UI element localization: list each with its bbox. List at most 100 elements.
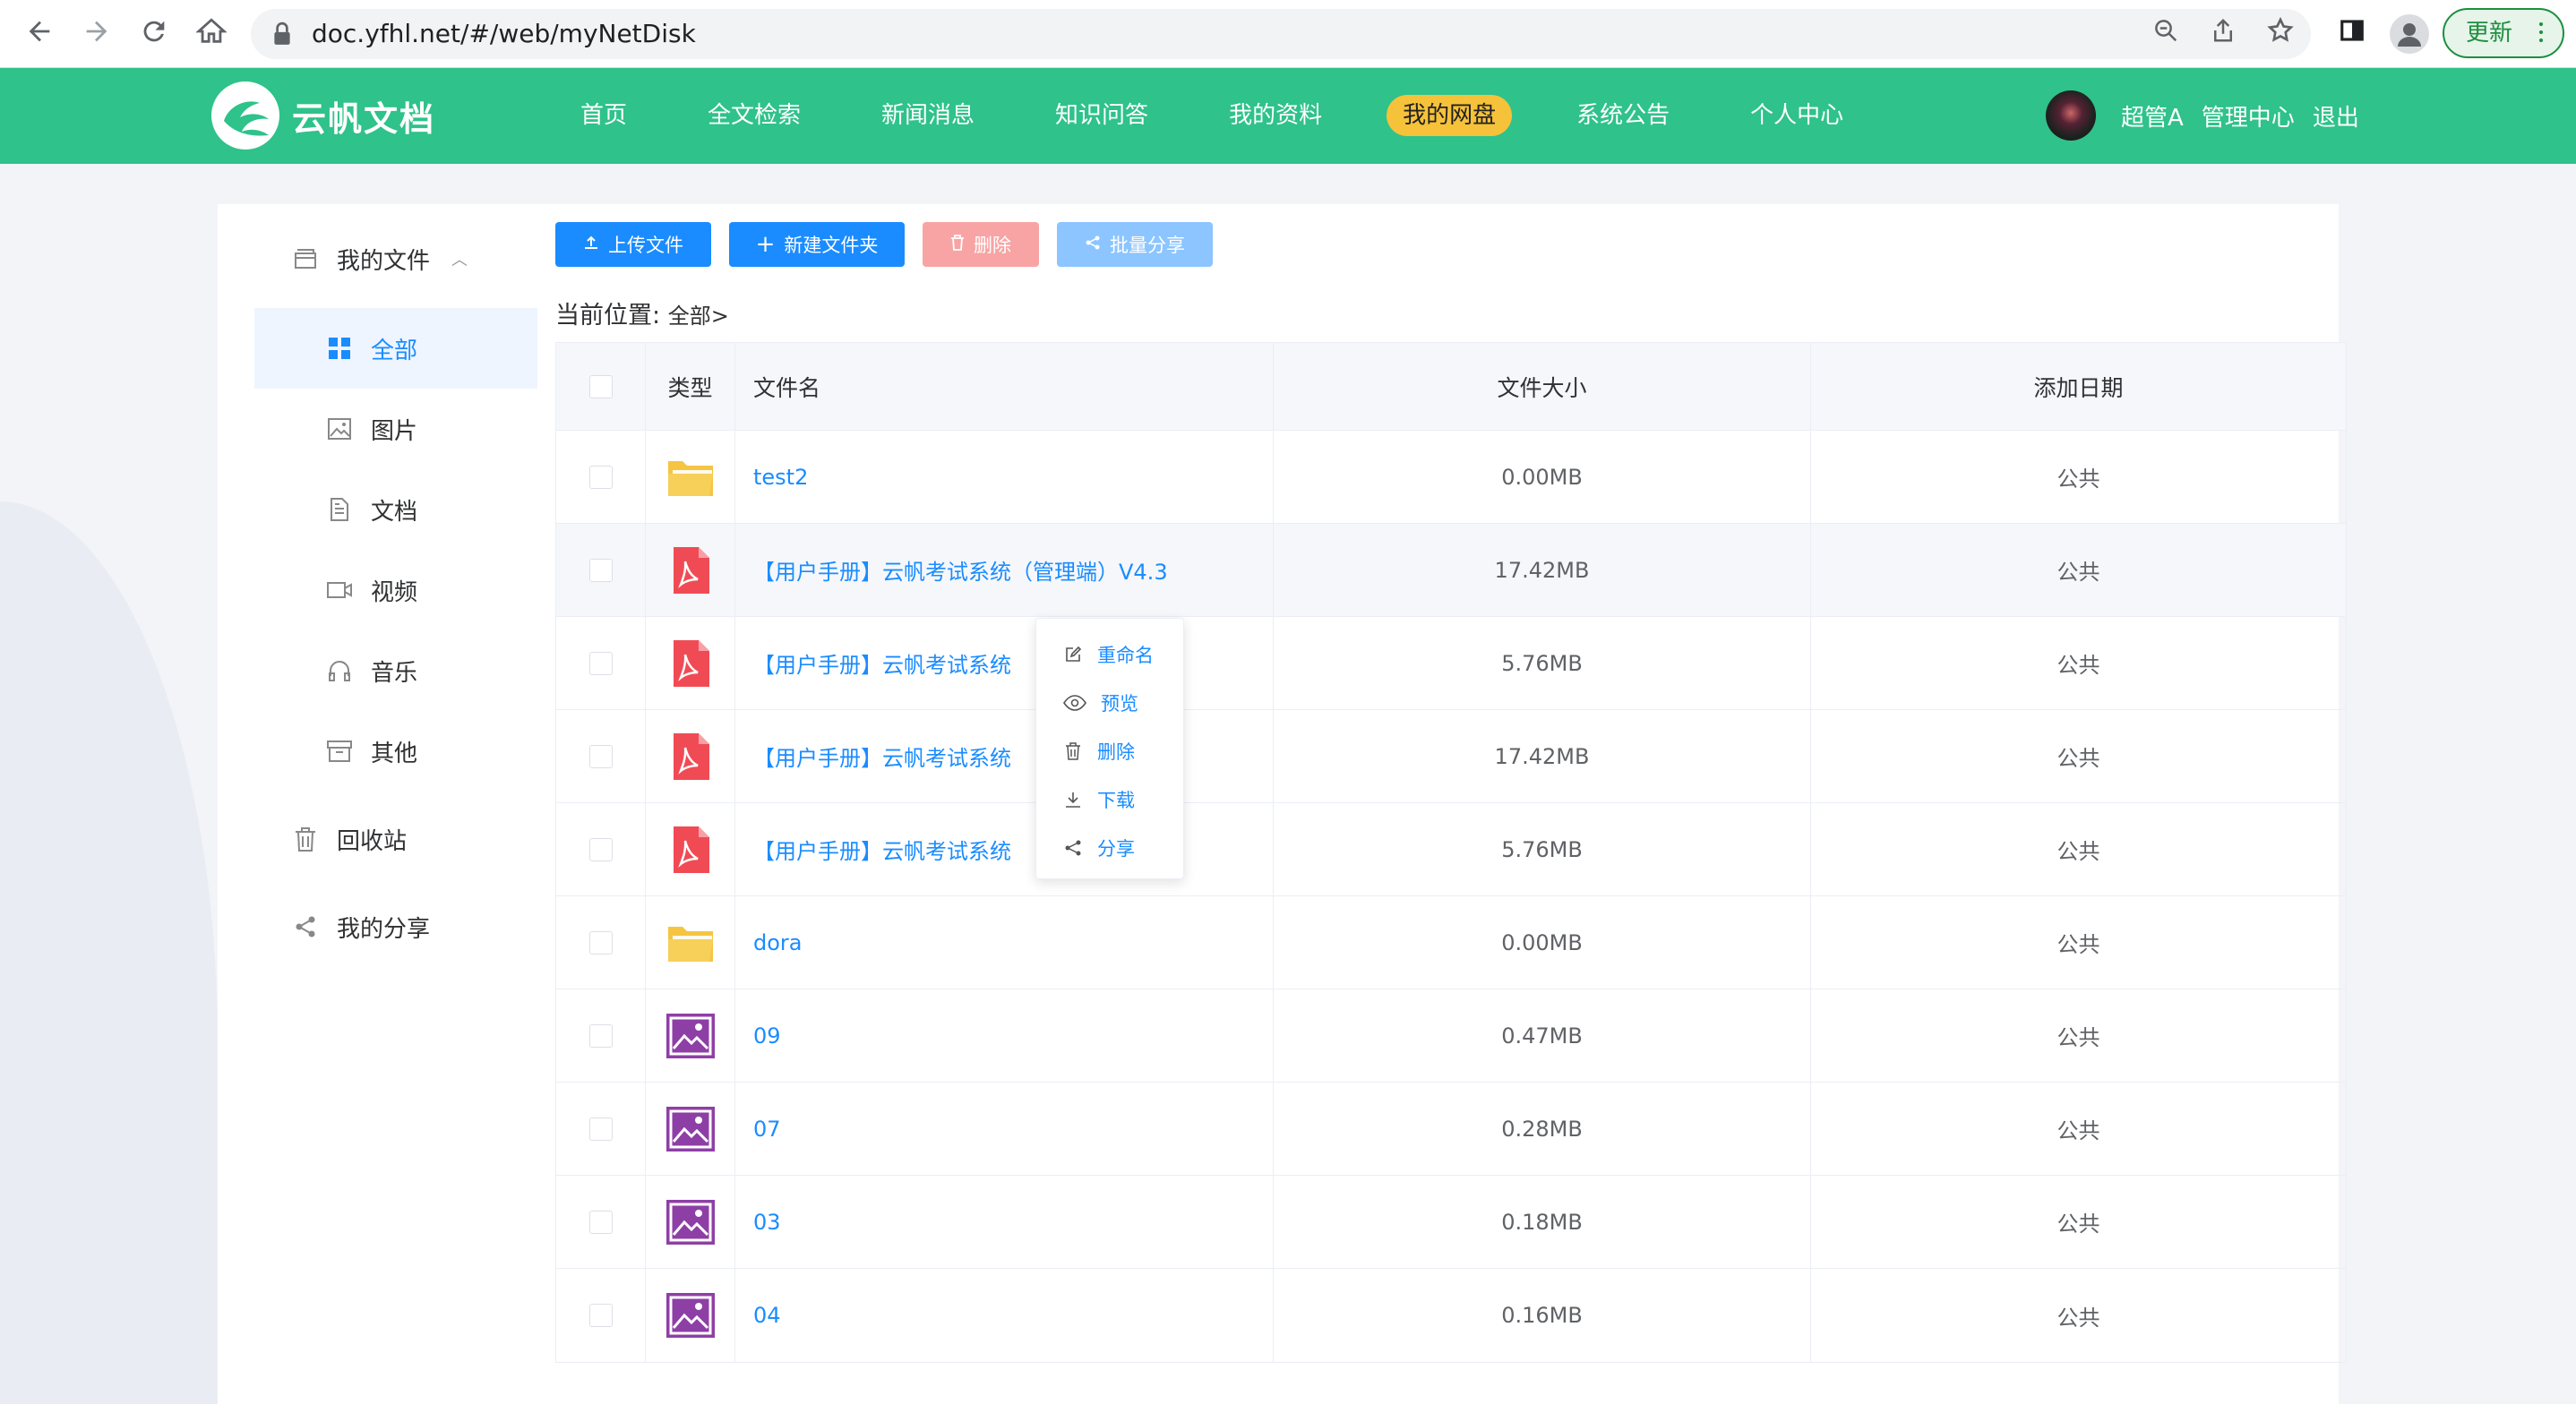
sidebar-item-all[interactable]: 全部 bbox=[254, 308, 537, 389]
new-folder-button[interactable]: + 新建文件夹 bbox=[729, 222, 905, 267]
file-table: 类型 文件名 文件大小 添加日期 test2 0.00MB 公共 【用户手册】云帆考试… bbox=[555, 342, 2347, 1363]
upload-icon bbox=[583, 234, 599, 255]
menu-rename[interactable]: 重命名 bbox=[1063, 637, 1154, 672]
sidebar-my-files[interactable]: 我的文件 ︿ bbox=[254, 218, 500, 299]
nav-news[interactable]: 新闻消息 bbox=[865, 95, 991, 136]
side-panel-icon[interactable] bbox=[2334, 16, 2370, 52]
menu-download[interactable]: 下载 bbox=[1063, 782, 1135, 818]
sidebar: 我的文件 ︿ 全部 图片 文档 视频 音乐 其他 回收站 我的分享 bbox=[254, 218, 537, 974]
admin-center-link[interactable]: 管理中心 bbox=[2202, 99, 2295, 133]
menu-preview[interactable]: 预览 bbox=[1063, 685, 1138, 721]
file-name-link[interactable]: 【用户手册】云帆考试系统 bbox=[753, 741, 1011, 772]
bookmark-star-icon[interactable] bbox=[2263, 16, 2298, 52]
delete-button[interactable]: 删除 bbox=[923, 222, 1039, 267]
row-checkbox[interactable] bbox=[588, 465, 613, 489]
table-row[interactable]: 【用户手册】云帆考试系统 5.76MB 公共 bbox=[556, 803, 2346, 896]
select-all-checkbox[interactable] bbox=[588, 374, 613, 398]
table-row[interactable]: 【用户手册】云帆考试系统 5.76MB 公共 bbox=[556, 617, 2346, 710]
row-checkbox[interactable] bbox=[588, 1117, 613, 1141]
file-name-link[interactable]: 【用户手册】云帆考试系统 bbox=[753, 647, 1011, 679]
address-bar[interactable]: doc.yfhl.net/#/web/myNetDisk bbox=[251, 9, 2311, 59]
table-row[interactable]: 04 0.16MB 公共 bbox=[556, 1269, 2346, 1362]
file-name-link[interactable]: dora bbox=[753, 930, 803, 955]
table-row[interactable]: 07 0.28MB 公共 bbox=[556, 1083, 2346, 1176]
file-name-link[interactable]: 09 bbox=[753, 1023, 781, 1049]
header-date: 添加日期 bbox=[2033, 374, 2124, 401]
menu-delete[interactable]: 删除 bbox=[1063, 733, 1135, 769]
zoom-icon[interactable] bbox=[2148, 16, 2184, 52]
logo-text: 云帆文档 bbox=[292, 98, 436, 139]
row-checkbox[interactable] bbox=[588, 837, 613, 861]
edit-icon bbox=[1063, 645, 1083, 664]
row-checkbox[interactable] bbox=[588, 1023, 613, 1048]
row-checkbox[interactable] bbox=[588, 930, 613, 955]
file-name-link[interactable]: 07 bbox=[753, 1117, 781, 1142]
drawer-icon bbox=[292, 245, 319, 272]
sidebar-item-images[interactable]: 图片 bbox=[254, 389, 500, 469]
nav-home[interactable]: 首页 bbox=[564, 95, 643, 136]
file-type-cell bbox=[646, 1083, 735, 1175]
share-page-icon[interactable] bbox=[2205, 16, 2241, 52]
file-date-cell: 公共 bbox=[2057, 1025, 2100, 1050]
pdf-icon bbox=[673, 639, 709, 687]
table-row[interactable]: 03 0.18MB 公共 bbox=[556, 1176, 2346, 1269]
menu-share[interactable]: 分享 bbox=[1063, 830, 1135, 866]
home-icon[interactable] bbox=[193, 16, 229, 52]
sidebar-my-share-label: 我的分享 bbox=[337, 915, 431, 943]
table-row[interactable]: test2 0.00MB 公共 bbox=[556, 431, 2346, 524]
nav-personal-center[interactable]: 个人中心 bbox=[1734, 95, 1859, 136]
file-type-cell bbox=[646, 1269, 735, 1362]
file-date-cell: 公共 bbox=[2057, 1211, 2100, 1237]
site-logo[interactable]: 云帆文档 bbox=[211, 80, 435, 151]
table-row[interactable]: 【用户手册】云帆考试系统（管理端）V4.3 17.42MB 公共 bbox=[556, 524, 2346, 617]
logout-link[interactable]: 退出 bbox=[2313, 99, 2359, 133]
sidebar-my-share[interactable]: 我的分享 bbox=[254, 886, 500, 967]
sidebar-item-other[interactable]: 其他 bbox=[254, 711, 500, 792]
file-name-link[interactable]: 03 bbox=[753, 1210, 781, 1235]
file-name-link[interactable]: 04 bbox=[753, 1303, 781, 1328]
update-button[interactable]: 更新 bbox=[2443, 8, 2564, 58]
file-type-cell bbox=[646, 1176, 735, 1268]
reload-icon[interactable] bbox=[136, 16, 172, 52]
upload-label: 上传文件 bbox=[608, 235, 683, 256]
nav-qa[interactable]: 知识问答 bbox=[1039, 95, 1164, 136]
table-row[interactable]: dora 0.00MB 公共 bbox=[556, 896, 2346, 989]
file-size-cell: 0.00MB bbox=[1274, 431, 1811, 523]
file-type-cell bbox=[646, 617, 735, 709]
file-name-link[interactable]: 【用户手册】云帆考试系统（管理端）V4.3 bbox=[753, 554, 1168, 586]
sidebar-item-music[interactable]: 音乐 bbox=[254, 630, 500, 711]
file-type-cell bbox=[646, 710, 735, 802]
sidebar-recycle-bin[interactable]: 回收站 bbox=[254, 799, 500, 879]
nav-announcements[interactable]: 系统公告 bbox=[1560, 95, 1686, 136]
batch-share-button[interactable]: 批量分享 bbox=[1057, 222, 1213, 267]
trash-icon bbox=[292, 826, 319, 852]
nav-my-netdisk[interactable]: 我的网盘 bbox=[1387, 95, 1513, 136]
user-name[interactable]: 超管A bbox=[2121, 99, 2184, 133]
forward-icon[interactable] bbox=[79, 16, 115, 52]
table-row[interactable]: 【用户手册】云帆考试系统 17.42MB 公共 bbox=[556, 710, 2346, 803]
nav-fulltext-search[interactable]: 全文检索 bbox=[691, 95, 817, 136]
file-name-link[interactable]: 【用户手册】云帆考试系统 bbox=[753, 834, 1011, 865]
context-menu: 重命名 预览 删除 下载 分享 bbox=[1035, 618, 1184, 879]
back-icon[interactable] bbox=[21, 16, 57, 52]
profile-icon[interactable] bbox=[2390, 14, 2429, 54]
avatar[interactable] bbox=[2046, 90, 2096, 141]
new-folder-label: 新建文件夹 bbox=[784, 235, 879, 256]
row-checkbox[interactable] bbox=[588, 1304, 613, 1327]
breadcrumb-path[interactable]: 全部> bbox=[668, 304, 729, 329]
row-checkbox[interactable] bbox=[588, 1210, 613, 1234]
chevron-up-icon: ︿ bbox=[451, 251, 468, 270]
sidebar-item-videos[interactable]: 视频 bbox=[254, 550, 500, 630]
sidebar-item-documents[interactable]: 文档 bbox=[254, 469, 500, 550]
file-size-cell: 0.18MB bbox=[1274, 1176, 1811, 1268]
row-checkbox[interactable] bbox=[588, 744, 613, 768]
nav-my-materials[interactable]: 我的资料 bbox=[1213, 95, 1338, 136]
row-checkbox[interactable] bbox=[588, 651, 613, 675]
table-row[interactable]: 09 0.47MB 公共 bbox=[556, 989, 2346, 1083]
image-file-icon bbox=[665, 1013, 715, 1058]
file-name-link[interactable]: test2 bbox=[753, 465, 808, 490]
download-icon bbox=[1063, 790, 1083, 809]
sidebar-item-label: 音乐 bbox=[371, 659, 418, 687]
row-checkbox[interactable] bbox=[588, 558, 613, 582]
upload-button[interactable]: 上传文件 bbox=[555, 222, 711, 267]
